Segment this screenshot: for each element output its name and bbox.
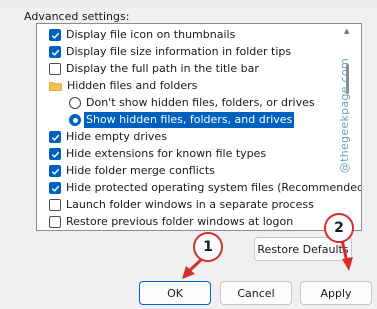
annotation-arrows <box>182 239 353 279</box>
annotation-badge-1: 1 <box>193 232 223 262</box>
annotation-badge-2: 2 <box>324 213 354 243</box>
